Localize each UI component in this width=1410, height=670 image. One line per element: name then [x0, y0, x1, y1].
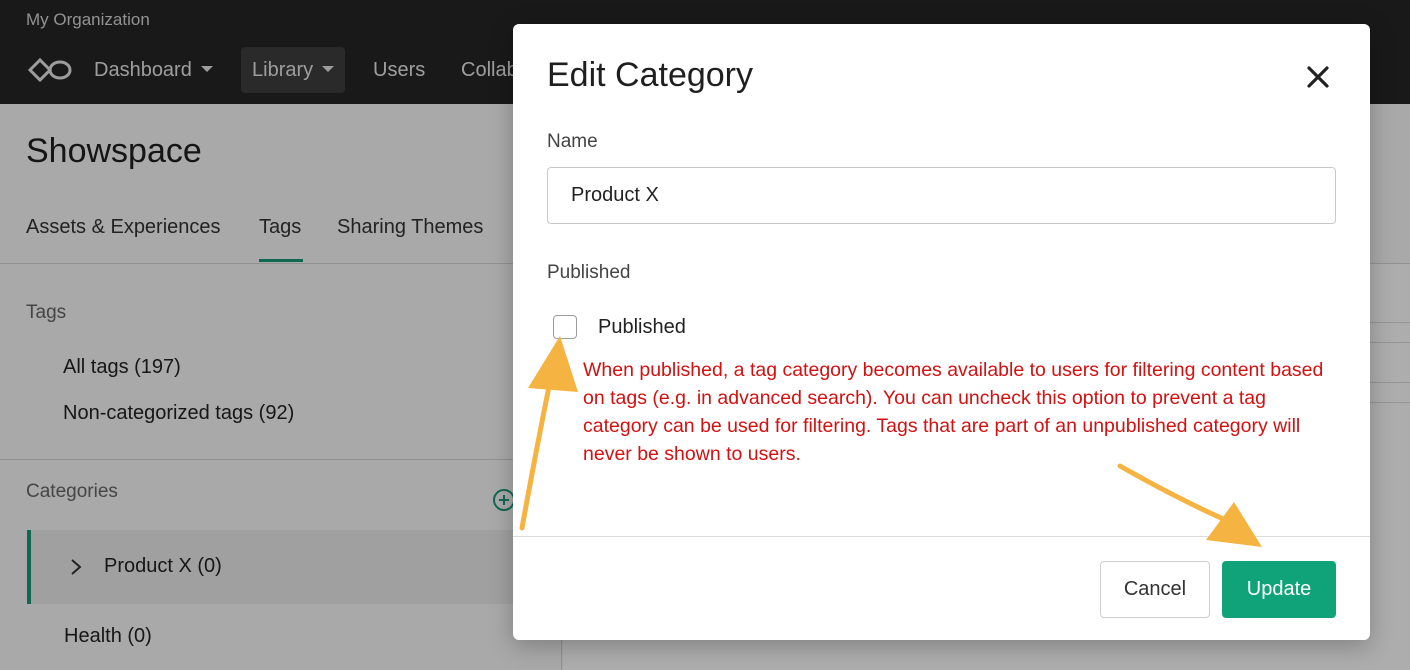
name-field-label: Name — [547, 131, 598, 152]
published-help-text: When published, a tag category becomes a… — [583, 359, 1324, 465]
edit-category-dialog: Edit Category Name Published Published W… — [513, 24, 1370, 640]
published-checkbox-label[interactable]: Published — [598, 316, 686, 339]
dialog-title: Edit Category — [547, 56, 753, 94]
cancel-button[interactable]: Cancel — [1100, 561, 1210, 618]
dialog-footer-divider — [513, 536, 1370, 537]
published-checkbox[interactable] — [553, 315, 577, 339]
published-field-label: Published — [547, 262, 631, 283]
category-name-input[interactable] — [547, 167, 1336, 224]
update-button[interactable]: Update — [1222, 561, 1336, 618]
close-icon[interactable] — [1305, 64, 1331, 90]
